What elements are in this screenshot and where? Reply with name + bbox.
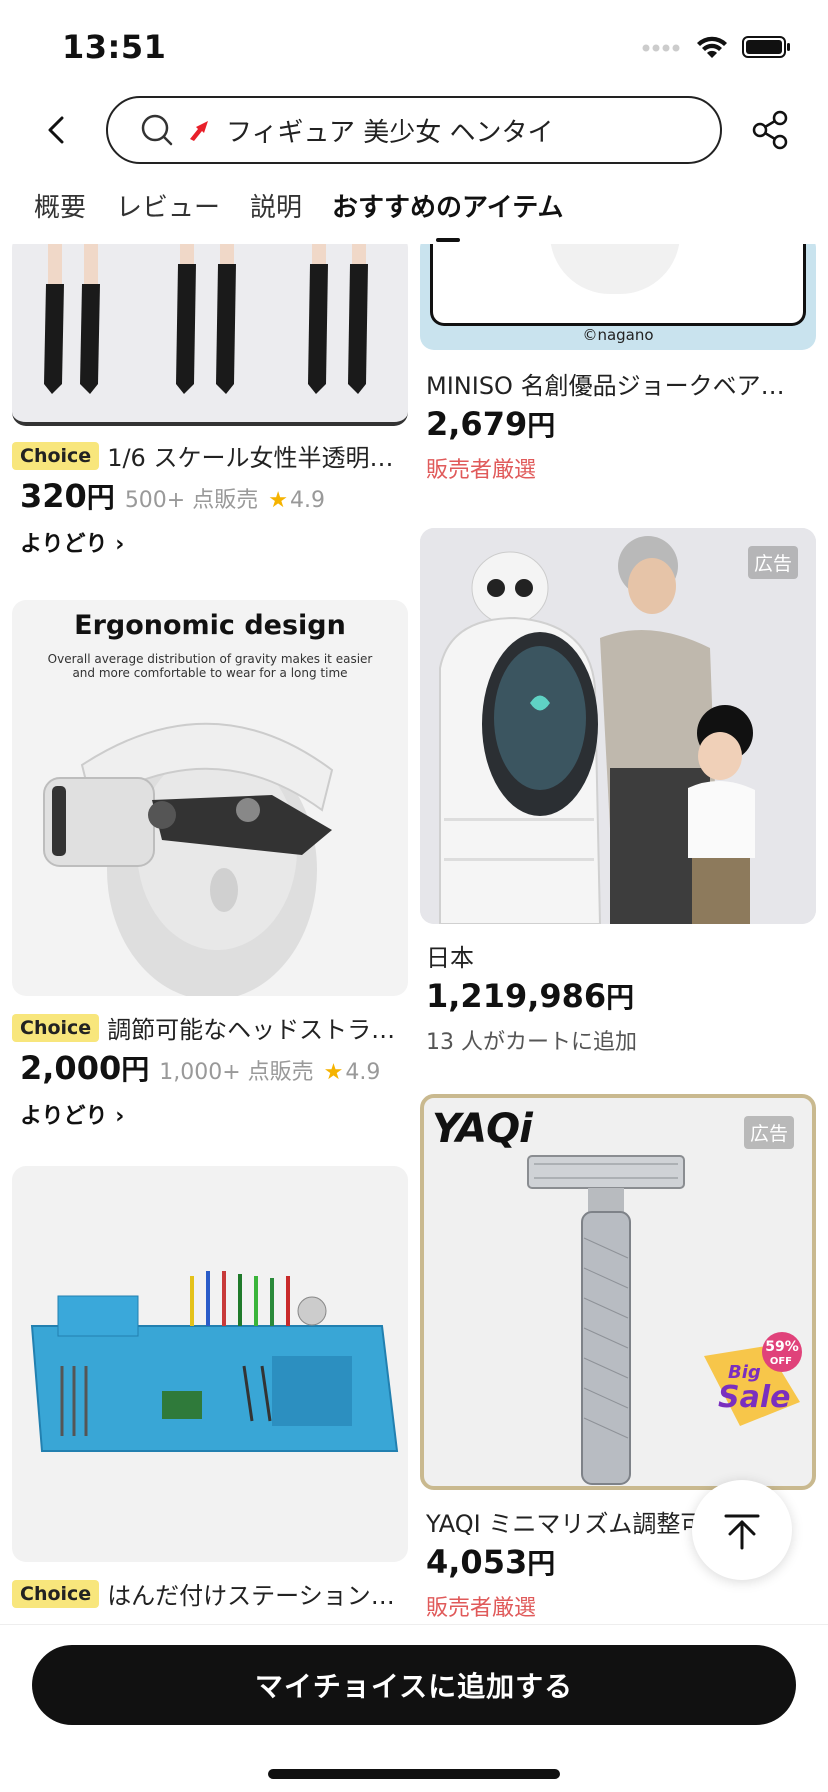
seller-select-label: 販売者厳選 (426, 458, 537, 483)
product-price: 1,219,986円 (426, 976, 634, 1016)
signal-icon (642, 40, 682, 59)
tab-overview[interactable]: 概要 (34, 178, 86, 238)
product-card-soldering[interactable]: Choice はんだ付けステーション… (12, 1166, 408, 1624)
share-button[interactable] (748, 108, 792, 152)
product-price: 2,679円 (426, 404, 555, 444)
status-icons (642, 34, 792, 64)
status-bar: 13:51 (0, 0, 828, 96)
ad-badge: 広告 (747, 546, 798, 579)
product-price: 4,053円 (426, 1542, 555, 1582)
product-image (12, 1166, 408, 1562)
image-caption: ©nagano (582, 326, 654, 344)
seller-select-label: 販売者厳選 (426, 1596, 537, 1621)
wifi-icon (696, 34, 728, 64)
scroll-to-top-button[interactable] (692, 1480, 792, 1580)
product-title-text: 日本 (426, 944, 474, 972)
product-title-text: MINISO 名創優品ジョークベア… (426, 372, 785, 400)
rating-value: 4.9 (345, 1060, 381, 1085)
back-button[interactable] (38, 110, 78, 150)
tab-recommended[interactable]: おすすめのアイテム (332, 178, 563, 242)
search-input[interactable]: フィギュア 美少女 ヘンタイ (106, 96, 722, 164)
product-title: MINISO 名創優品ジョークベア… (426, 366, 816, 401)
star-icon: ★ (268, 488, 288, 513)
product-title: 日本 (426, 938, 816, 973)
product-card-robot[interactable]: 広告 日本 1,219,986円 13 人がカートに追加 (420, 528, 816, 1055)
price-yen: 円 (606, 981, 635, 1014)
rating-value: 4.9 (289, 488, 325, 513)
status-time: 13:51 (62, 28, 167, 66)
product-image (12, 244, 408, 426)
price-value: 2,679 (426, 405, 528, 443)
star-icon: ★ (323, 1060, 344, 1085)
product-feed[interactable]: Choice 1/6 スケール女性半透明… 320円 500+ 点販売 ★ 4.9… (0, 244, 828, 1624)
product-title-text: 調節可能なヘッドストラ… (107, 1016, 396, 1044)
sold-count: 500+ 点販売 (124, 488, 259, 513)
product-price: 320円 500+ 点販売 ★ 4.9 (20, 476, 325, 516)
sale-word: Sale (718, 1380, 791, 1415)
price-value: 4,053 (426, 1543, 528, 1581)
tab-reviews[interactable]: レビュー (116, 178, 220, 238)
price-value: 2,000 (20, 1049, 122, 1087)
choice-badge: Choice (12, 441, 100, 470)
battery-icon (742, 35, 792, 63)
product-image: ©nagano (420, 244, 816, 350)
product-image: YAQi 広告 59% OFF Big Sale (420, 1094, 816, 1490)
product-price: 2,000円 1,000+ 点販売 ★ 4.9 (20, 1048, 380, 1088)
tab-description[interactable]: 説明 (250, 178, 302, 238)
sale-off: OFF (769, 1356, 792, 1367)
big-sale-badge: 59% OFF Big Sale (700, 1332, 804, 1432)
choice-badge: Choice (12, 1579, 100, 1608)
price-value: 320 (20, 477, 87, 515)
bottom-bar: マイチョイスに追加する (0, 1624, 828, 1792)
chevron-left-icon (48, 116, 64, 144)
product-title-text: 1/6 スケール女性半透明… (107, 444, 394, 472)
search-query: フィギュア 美少女 ヘンタイ (226, 117, 554, 148)
product-card-stockings[interactable]: Choice 1/6 スケール女性半透明… 320円 500+ 点販売 ★ 4.9… (12, 244, 408, 564)
sold-count: 1,000+ 点販売 (159, 1060, 314, 1085)
price-yen: 円 (527, 1547, 556, 1580)
tab-bar: 概要 レビュー 説明 おすすめのアイテム (0, 178, 828, 244)
product-image: 広告 (420, 528, 816, 924)
search-icon (141, 114, 173, 146)
product-card-miniso[interactable]: ©nagano MINISO 名創優品ジョークベア… 2,679円 販売者厳選 (420, 244, 816, 484)
product-title: Choice 調節可能なヘッドストラ… (12, 1010, 402, 1045)
yoridori-link[interactable]: よりどり › (20, 1098, 124, 1130)
product-card-head-strap[interactable]: Ergonomic design Overall average distrib… (12, 600, 408, 1130)
share-icon (752, 110, 788, 150)
choice-badge: Choice (12, 1013, 100, 1042)
price-yen: 円 (86, 481, 115, 514)
price-yen: 円 (121, 1053, 150, 1086)
arrow-up-icon (724, 1514, 760, 1550)
price-yen: 円 (527, 409, 556, 442)
product-title-text: はんだ付けステーション… (107, 1582, 395, 1610)
yoridori-link[interactable]: よりどり › (20, 526, 124, 558)
product-image: Ergonomic design Overall average distrib… (12, 600, 408, 996)
product-title: Choice 1/6 スケール女性半透明… (12, 438, 402, 473)
ad-badge: 広告 (743, 1116, 794, 1149)
trending-arrow-icon (190, 121, 208, 141)
add-to-my-choice-button[interactable]: マイチョイスに追加する (32, 1645, 796, 1725)
home-indicator (268, 1769, 560, 1779)
product-title-text: YAQI ミニマリズム調整可 (426, 1510, 705, 1538)
header: フィギュア 美少女 ヘンタイ (0, 92, 828, 168)
cart-count-label: 13 人がカートに追加 (426, 1030, 637, 1055)
product-title: Choice はんだ付けステーション… (12, 1576, 402, 1611)
price-value: 1,219,986 (426, 977, 607, 1015)
